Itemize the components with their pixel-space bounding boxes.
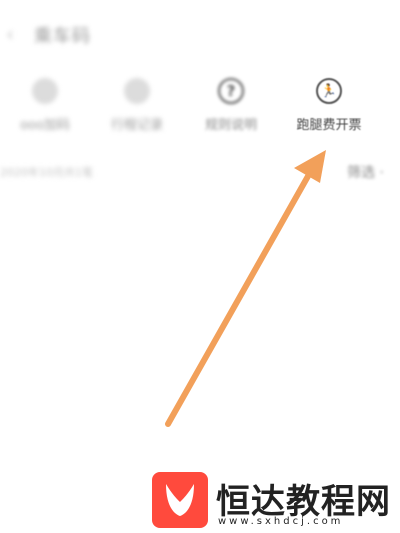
chevron-left-icon: ‹ <box>6 22 14 46</box>
action-tile-label: ooo加码 <box>20 118 70 133</box>
back-button[interactable]: ‹ <box>6 22 14 46</box>
blurred-icon <box>32 78 58 104</box>
runner-circle-icon: 🏃 <box>316 78 342 104</box>
action-tile-label: 规则说明 <box>204 118 257 133</box>
page-title: 乘车码 <box>34 26 91 47</box>
filter-row: 2020年10月共1笔 筛选 · <box>0 160 400 184</box>
action-tile-0[interactable]: ooo加码 <box>0 78 90 133</box>
watermark-logo <box>152 472 208 528</box>
arrow-shaft <box>165 159 319 427</box>
action-tile-label: 行程记录 <box>110 118 163 133</box>
watermark-url: www.sxhdcj.com <box>218 516 344 527</box>
action-tile-1[interactable]: 行程记录 <box>92 78 182 133</box>
filter-button[interactable]: 筛选 · <box>347 162 384 182</box>
blurred-icon <box>124 78 150 104</box>
action-tile-rules[interactable]: ? 规则说明 <box>186 78 276 133</box>
question-circle-icon: ? <box>218 78 244 104</box>
action-tile-invoice[interactable]: 🏃 跑腿费开票 <box>284 78 374 133</box>
month-summary: 2020年10月共1笔 <box>0 166 93 179</box>
action-tile-label: 跑腿费开票 <box>296 118 362 133</box>
leaf-logo-icon <box>166 484 194 516</box>
